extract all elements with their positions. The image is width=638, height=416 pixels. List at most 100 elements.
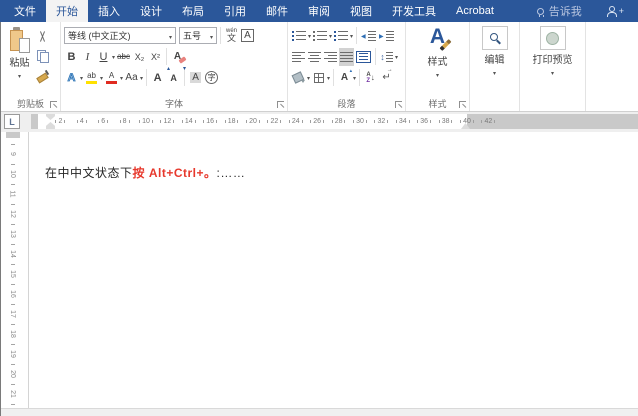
asian-layout-caret[interactable] <box>353 72 356 83</box>
status-bar <box>1 408 638 416</box>
tell-me[interactable]: 告诉我 <box>527 0 592 22</box>
vruler-number: 13 <box>9 230 17 238</box>
styles-button[interactable]: A 样式 <box>406 22 469 95</box>
clipboard-dialog-launcher[interactable] <box>50 101 57 108</box>
text-effects-button[interactable]: A <box>64 69 79 87</box>
share-button[interactable]: + <box>592 0 638 22</box>
menu-tab-insert[interactable]: 插入 <box>88 0 130 22</box>
menu-tab-design[interactable]: 设计 <box>130 0 172 22</box>
ruler-number: 10 <box>136 114 156 129</box>
shrink-font-button[interactable]: A <box>166 65 186 87</box>
italic-button[interactable]: I <box>80 48 95 66</box>
paragraph-text[interactable]: 在中中文状态下按 Alt+Ctrl+。:…… <box>45 164 245 181</box>
font-size-combo[interactable]: 五号 <box>179 27 217 44</box>
clear-formatting-button[interactable]: A <box>170 48 185 66</box>
font-dialog-launcher[interactable] <box>277 101 284 108</box>
align-left-button[interactable] <box>291 48 306 66</box>
format-painter-button[interactable] <box>35 67 50 85</box>
subscript-button[interactable]: X₂ <box>132 48 147 66</box>
increase-indent-button[interactable] <box>378 27 395 45</box>
paste-button[interactable]: 粘贴 <box>4 25 35 95</box>
vruler-number: 19 <box>9 350 17 358</box>
distributed-button[interactable] <box>355 48 372 66</box>
ruler-number: 8 <box>115 114 135 129</box>
phonetic-guide-button[interactable]: wén 文 <box>224 27 239 45</box>
font-color-caret[interactable] <box>120 72 123 83</box>
paragraph-dialog-launcher[interactable] <box>395 101 402 108</box>
align-right-button[interactable] <box>323 48 338 66</box>
menu-tab-layout[interactable]: 布局 <box>172 0 214 22</box>
menu-tab-review[interactable]: 审阅 <box>298 0 340 22</box>
menu-tab-references[interactable]: 引用 <box>214 0 256 22</box>
line-spacing-button[interactable] <box>379 48 394 66</box>
vertical-ruler[interactable]: 910111213141516171819202122 <box>1 132 29 408</box>
numbering-button[interactable] <box>312 27 328 45</box>
ruler-number: 16 <box>200 114 220 129</box>
borders-caret[interactable] <box>327 72 330 83</box>
bullets-button[interactable] <box>291 27 307 45</box>
menu-tab-acrobat[interactable]: Acrobat <box>446 0 504 22</box>
underline-button[interactable]: U <box>96 48 111 66</box>
sort-button[interactable]: AZ ↓ <box>363 69 378 87</box>
print-preview-caret[interactable] <box>551 67 554 78</box>
tab-stop-selector[interactable]: L <box>4 114 20 129</box>
distributed-icon <box>356 50 371 63</box>
strikethrough-button[interactable]: abc <box>116 48 131 66</box>
vruler-top-margin <box>6 132 20 138</box>
bullets-caret[interactable] <box>308 30 311 41</box>
bold-button[interactable]: B <box>64 48 79 66</box>
justify-button[interactable] <box>339 47 354 66</box>
numbering-caret[interactable] <box>329 30 332 41</box>
vruler-number: 16 <box>9 290 17 298</box>
highlight-button[interactable]: ab <box>84 69 99 87</box>
editing-caret[interactable] <box>493 67 496 78</box>
font-color-button[interactable]: A <box>104 69 119 87</box>
cut-button[interactable] <box>35 27 50 45</box>
character-border-button[interactable]: A <box>240 27 255 45</box>
ribbon-filler <box>586 22 638 111</box>
decrease-indent-button[interactable] <box>360 27 377 45</box>
asian-layout-button[interactable]: A <box>337 68 353 87</box>
editing-button[interactable]: 编辑 <box>470 22 519 111</box>
horizontal-ruler[interactable]: 2 4 6 8 10 12 14 16 18 20 22 24 26 28 30 32 34 36 38 40 42 <box>31 114 638 129</box>
styles-caret[interactable] <box>436 69 439 80</box>
underline-caret[interactable] <box>112 51 115 62</box>
styles-dialog-launcher[interactable] <box>459 101 466 108</box>
document-area[interactable]: 910111213141516171819202122 在中中文状态下按 Alt… <box>1 132 638 408</box>
highlight-caret[interactable] <box>100 72 103 83</box>
vruler-tick <box>11 299 15 309</box>
font-size-caret[interactable] <box>207 31 213 41</box>
enclose-characters-button[interactable]: 字 <box>204 69 219 87</box>
borders-button[interactable] <box>311 69 326 87</box>
text-red-shortcut: 按 Alt+Ctrl+。 <box>132 166 217 180</box>
text-effects-caret[interactable] <box>80 72 83 83</box>
menu-tab-view[interactable]: 视图 <box>340 0 382 22</box>
asian-layout-icon: A <box>341 68 353 83</box>
shading-button[interactable] <box>291 69 306 87</box>
character-shading-button[interactable]: A <box>188 69 203 87</box>
menu-tab-mailings[interactable]: 邮件 <box>256 0 298 22</box>
paste-caret[interactable] <box>18 70 21 81</box>
font-name-caret[interactable] <box>166 31 172 41</box>
superscript-button[interactable]: X² <box>148 48 163 66</box>
line-spacing-caret[interactable] <box>395 51 398 62</box>
multilevel-list-caret[interactable] <box>350 30 353 41</box>
menu-tab-developer[interactable]: 开发工具 <box>382 0 446 22</box>
align-center-button[interactable] <box>307 48 322 66</box>
menu-tab-file[interactable]: 文件 <box>4 0 46 22</box>
multilevel-list-button[interactable] <box>333 27 349 45</box>
change-case-button[interactable]: Aa <box>124 69 139 87</box>
menu-tab-home[interactable]: 开始 <box>46 0 88 22</box>
change-case-caret[interactable] <box>140 72 143 83</box>
shading-caret[interactable] <box>307 72 310 83</box>
ruler-left-margin <box>31 114 38 129</box>
character-shading-icon: A <box>190 72 201 83</box>
show-hide-marks-button[interactable]: ↵ <box>379 67 394 87</box>
grow-font-button[interactable]: A <box>150 65 170 87</box>
font-name-combo[interactable]: 等线 (中文正文) <box>64 27 176 44</box>
vruler-tick <box>11 379 15 389</box>
vruler-tick <box>11 179 15 189</box>
print-preview-button[interactable]: 打印预览 <box>520 22 585 111</box>
multilevel-list-icon <box>334 30 349 41</box>
copy-button[interactable] <box>35 47 50 65</box>
